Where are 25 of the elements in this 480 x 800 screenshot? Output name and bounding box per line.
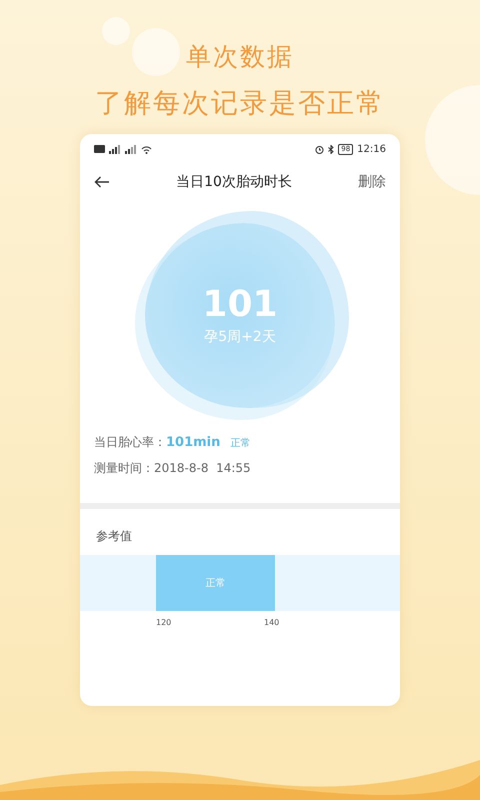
gestation-label: 孕5周+2天 (204, 328, 276, 346)
field-label: 当日胎心率： (94, 434, 166, 451)
back-arrow-icon[interactable] (94, 176, 110, 188)
signal-icon (125, 144, 137, 154)
screen-title: 当日10次胎动时长 (175, 172, 293, 192)
tick-label: 140 (264, 617, 280, 629)
field-label: 测量时间： (94, 460, 154, 477)
signal-icon (109, 144, 121, 154)
tick-label: 120 (156, 617, 172, 629)
result-value: 101 (202, 282, 278, 326)
decorative-circle (102, 17, 130, 45)
hd-icon (94, 145, 105, 153)
alarm-icon (315, 144, 324, 154)
headline: 了解每次记录是否正常 (95, 87, 385, 121)
headline: 单次数据 (186, 41, 294, 73)
field-value: 101min (166, 434, 220, 452)
status-time: 12:16 (357, 142, 386, 156)
field-value: 2018-8-8 14:55 (154, 460, 251, 477)
delete-link[interactable]: 删除 (358, 172, 386, 192)
section-title: 参考值 (95, 528, 133, 545)
status-tag: 正常 (230, 431, 250, 456)
decorative-circle (132, 28, 180, 76)
wifi-icon (141, 144, 152, 154)
normal-range-bar: 正常 (156, 555, 275, 611)
bluetooth-icon (328, 144, 334, 154)
